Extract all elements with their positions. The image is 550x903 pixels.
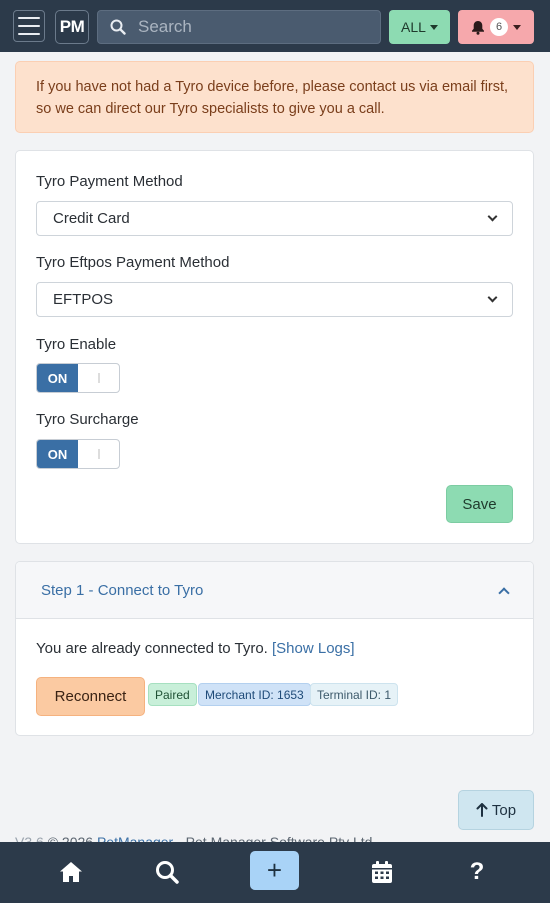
hamburger-line bbox=[18, 25, 40, 27]
search-icon bbox=[98, 19, 138, 35]
notification-count-badge: 6 bbox=[490, 18, 508, 36]
calendar-nav-button[interactable] bbox=[362, 852, 402, 892]
help-nav-button[interactable]: ? bbox=[457, 852, 497, 892]
search-input[interactable] bbox=[138, 17, 368, 37]
notifications-button[interactable]: 6 bbox=[458, 10, 534, 44]
hamburger-line bbox=[18, 33, 40, 35]
save-button[interactable]: Save bbox=[446, 485, 513, 523]
toggle-on-label: ON bbox=[37, 440, 78, 468]
bell-icon bbox=[472, 20, 484, 35]
filter-dropdown-button[interactable]: ALL bbox=[389, 10, 450, 44]
search-nav-button[interactable] bbox=[147, 852, 187, 892]
hamburger-menu-button[interactable] bbox=[13, 10, 45, 42]
step-header[interactable]: Step 1 - Connect to Tyro bbox=[16, 562, 533, 619]
paired-badge: Paired bbox=[148, 683, 197, 706]
search-icon bbox=[156, 861, 179, 884]
eftpos-method-value: EFTPOS bbox=[53, 291, 114, 308]
arrow-up-icon bbox=[476, 803, 488, 817]
payment-method-label: Tyro Payment Method bbox=[36, 173, 183, 190]
caret-down-icon bbox=[513, 24, 521, 30]
tyro-surcharge-toggle[interactable]: ON bbox=[36, 439, 120, 469]
payment-method-select[interactable]: Credit Card bbox=[36, 201, 513, 236]
merchant-id-badge: Merchant ID: 1653 bbox=[198, 683, 311, 706]
chevron-down-icon bbox=[487, 292, 498, 303]
toggle-handle[interactable] bbox=[78, 440, 119, 468]
eftpos-method-label: Tyro Eftpos Payment Method bbox=[36, 254, 230, 271]
show-logs-link[interactable]: [Show Logs] bbox=[272, 640, 355, 657]
top-label: Top bbox=[491, 801, 517, 819]
connect-step-card: Step 1 - Connect to Tyro You are already… bbox=[15, 561, 534, 736]
home-icon bbox=[60, 862, 82, 882]
home-nav-button[interactable] bbox=[51, 852, 91, 892]
step-title: Step 1 - Connect to Tyro bbox=[41, 581, 204, 599]
toggle-handle[interactable] bbox=[78, 364, 119, 392]
eftpos-method-select[interactable]: EFTPOS bbox=[36, 282, 513, 317]
search-box[interactable] bbox=[97, 10, 381, 44]
connection-status: You are already connected to Tyro. [Show… bbox=[36, 640, 355, 657]
add-button[interactable]: + bbox=[250, 851, 299, 890]
chevron-up-icon[interactable] bbox=[498, 586, 510, 599]
payment-method-value: Credit Card bbox=[53, 210, 130, 227]
info-alert: If you have not had a Tyro device before… bbox=[15, 61, 534, 133]
toggle-on-label: ON bbox=[37, 364, 78, 392]
tyro-surcharge-label: Tyro Surcharge bbox=[36, 411, 139, 428]
tyro-settings-card: Tyro Payment Method Credit Card Tyro Eft… bbox=[15, 150, 534, 544]
scroll-to-top-button[interactable]: Top bbox=[458, 790, 534, 830]
hamburger-line bbox=[18, 17, 40, 19]
top-navbar: PM ALL 6 bbox=[0, 0, 550, 52]
calendar-icon bbox=[372, 861, 392, 883]
reconnect-button[interactable]: Reconnect bbox=[36, 677, 145, 716]
terminal-id-badge: Terminal ID: 1 bbox=[310, 683, 399, 706]
bottom-navbar: + ? bbox=[0, 842, 550, 903]
tyro-enable-toggle[interactable]: ON bbox=[36, 363, 120, 393]
chevron-down-icon bbox=[487, 211, 498, 222]
caret-down-icon bbox=[429, 24, 438, 30]
filter-label: ALL bbox=[401, 19, 426, 35]
tyro-enable-label: Tyro Enable bbox=[36, 336, 117, 353]
connection-status-text: You are already connected to Tyro. bbox=[36, 640, 268, 657]
app-logo[interactable]: PM bbox=[55, 10, 89, 44]
